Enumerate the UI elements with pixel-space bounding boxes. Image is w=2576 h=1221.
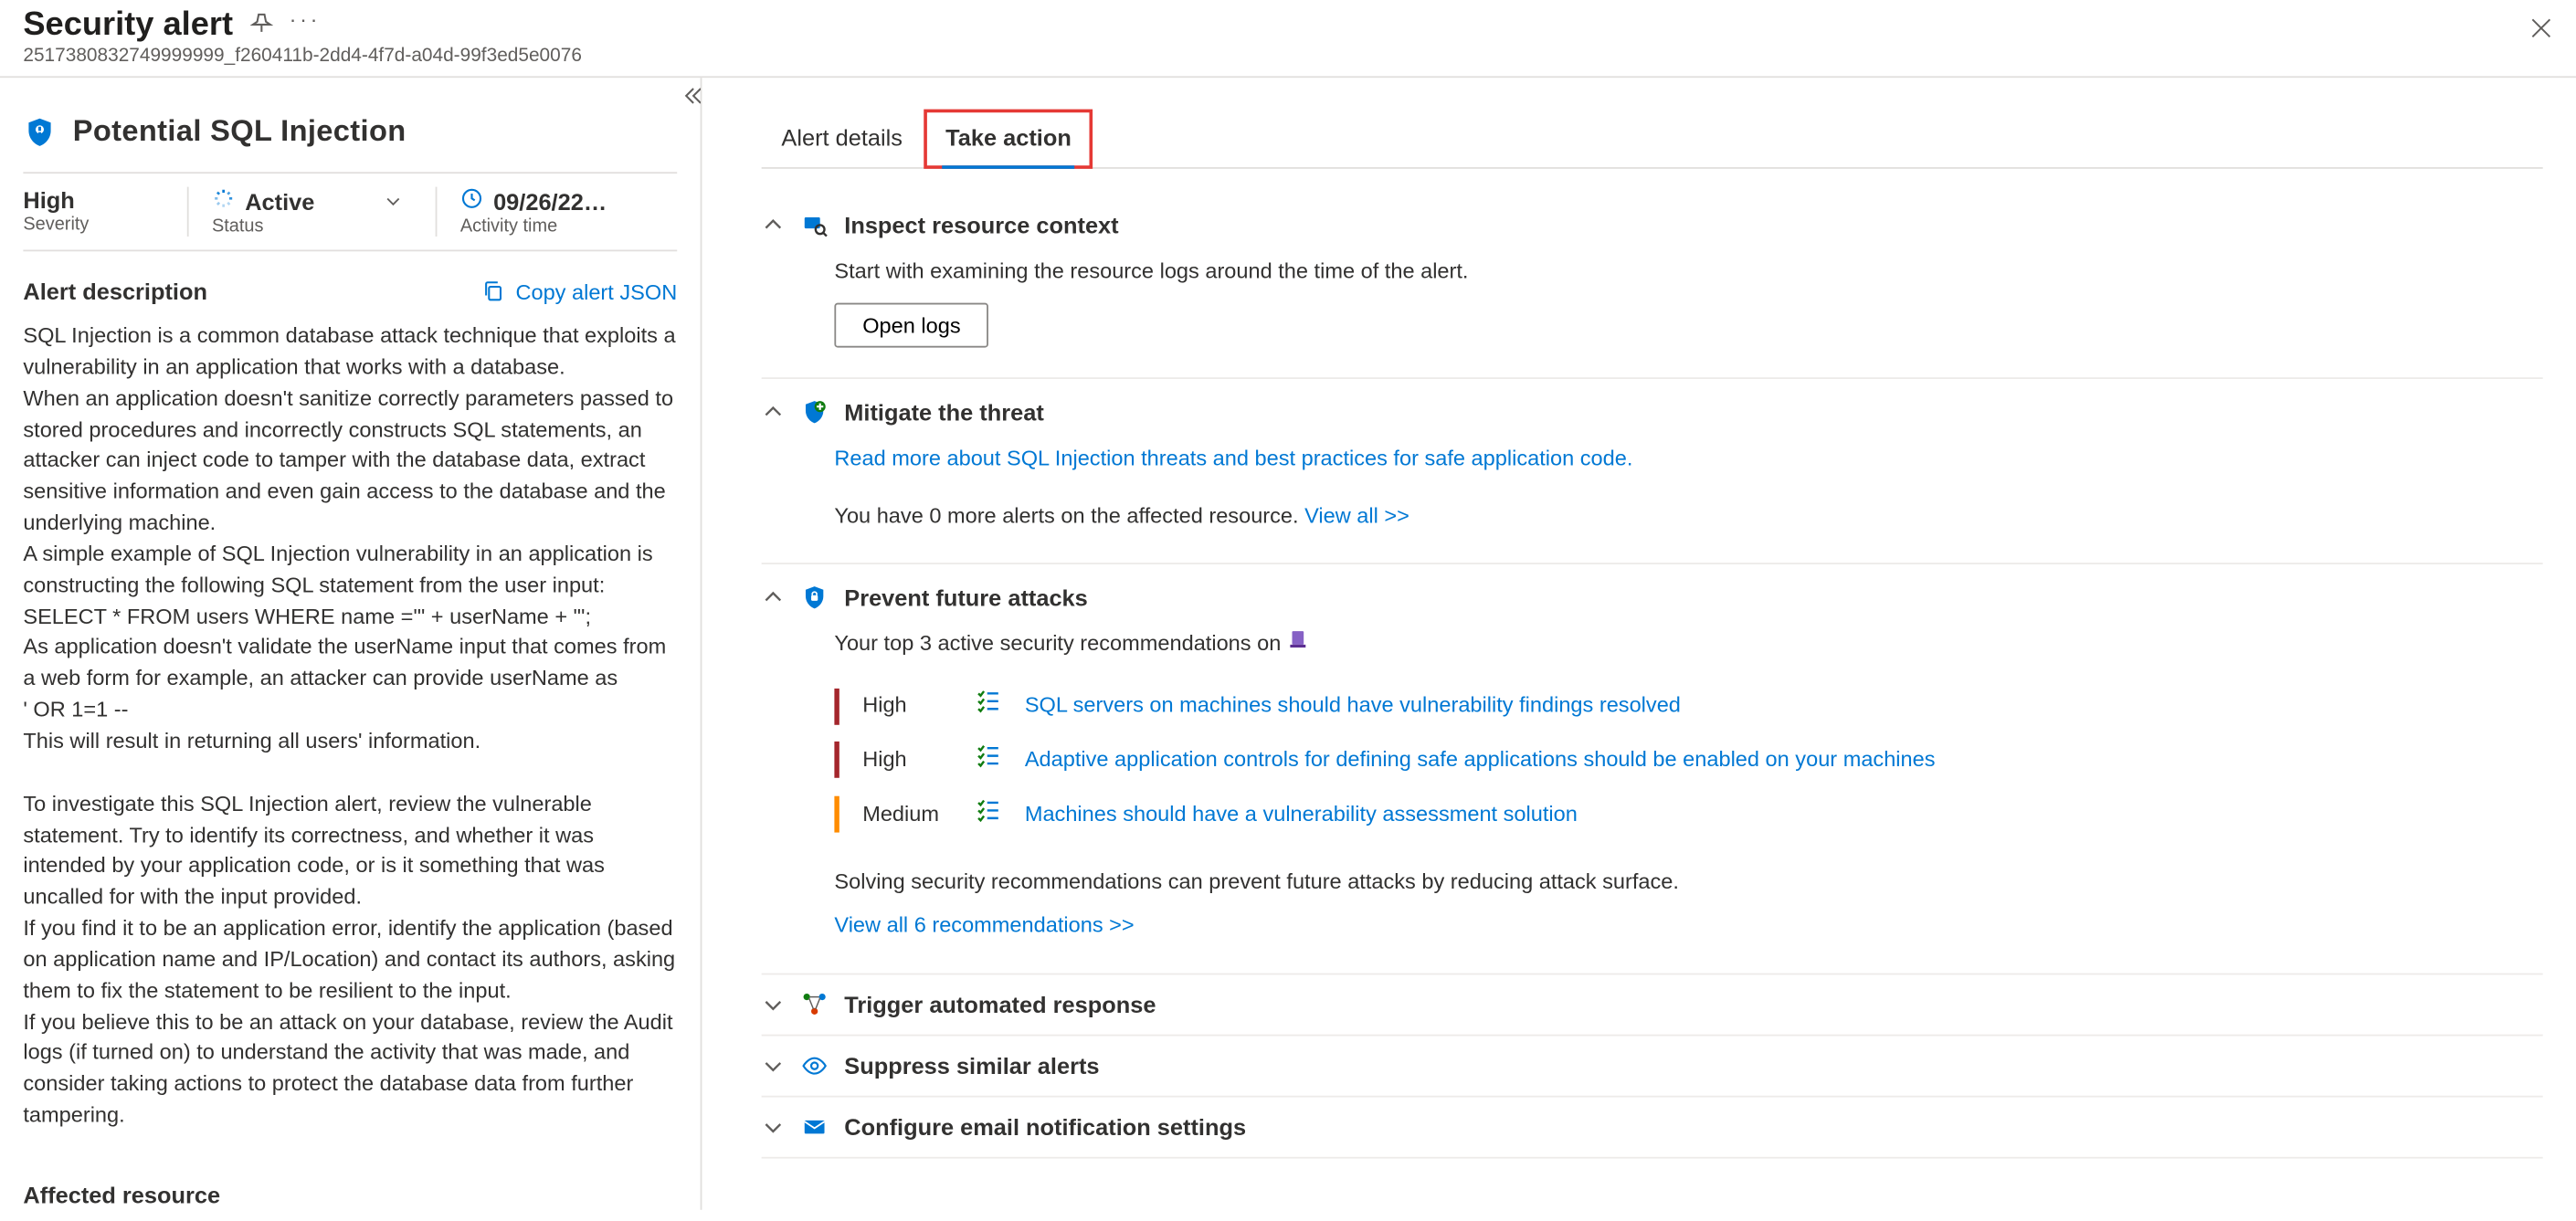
prevent-intro-text: Your top 3 active security recommendatio… bbox=[834, 631, 1286, 656]
spinner-icon bbox=[212, 187, 235, 216]
section-prevent-header[interactable]: Prevent future attacks bbox=[762, 578, 2543, 617]
affected-resource-heading: Affected resource bbox=[23, 1182, 677, 1208]
blade-header: Security alert ··· 2517380832749999999_f… bbox=[0, 0, 2576, 78]
severity-bar bbox=[834, 742, 839, 779]
magnifier-resource-icon bbox=[801, 212, 828, 238]
recommendation-row: Medium Machines should have a vulnerabili… bbox=[834, 787, 2542, 841]
alert-name: Potential SQL Injection bbox=[73, 114, 406, 149]
recommendation-row: High Adaptive application controls for de… bbox=[834, 733, 2542, 787]
severity-bar bbox=[834, 688, 839, 724]
chevron-up-icon bbox=[762, 400, 785, 423]
checklist-icon bbox=[975, 742, 1001, 779]
stat-status[interactable]: Active Status bbox=[189, 187, 438, 237]
close-icon[interactable] bbox=[2529, 16, 2552, 45]
activity-time-value: 09/26/22… bbox=[493, 188, 607, 215]
chevron-down-icon bbox=[762, 1055, 785, 1078]
description-heading: Alert description bbox=[23, 278, 207, 304]
stat-severity: High Severity bbox=[23, 187, 188, 237]
alert-id: 2517380832749999999_f260411b-2dd4-4f7d-a… bbox=[23, 47, 2552, 67]
chevron-up-icon bbox=[762, 586, 785, 609]
tab-alert-details[interactable]: Alert details bbox=[762, 111, 923, 167]
section-suppress-title: Suppress similar alerts bbox=[844, 1053, 1099, 1079]
tabs: Alert details Take action bbox=[762, 111, 2543, 168]
section-mitigate-title: Mitigate the threat bbox=[844, 398, 1044, 425]
chevron-down-icon bbox=[762, 1116, 785, 1139]
section-inspect-resource: Inspect resource context Start with exam… bbox=[762, 192, 2543, 378]
section-prevent-attacks: Prevent future attacks Your top 3 active… bbox=[762, 565, 2543, 975]
checklist-icon bbox=[975, 795, 1001, 833]
checklist-icon bbox=[975, 687, 1001, 724]
section-trigger-response: Trigger automated response bbox=[762, 975, 2543, 1037]
more-icon[interactable]: ··· bbox=[290, 6, 321, 31]
mitigate-readmore-link[interactable]: Read more about SQL Injection threats an… bbox=[834, 445, 1632, 469]
severity-value: High bbox=[23, 187, 164, 214]
resource-icon bbox=[1287, 631, 1310, 656]
chevron-down-icon[interactable] bbox=[384, 188, 402, 215]
shield-lock-icon bbox=[801, 584, 828, 611]
section-inspect-header[interactable]: Inspect resource context bbox=[762, 205, 2543, 245]
severity-label: Severity bbox=[23, 216, 164, 236]
copy-alert-json-button[interactable]: Copy alert JSON bbox=[482, 279, 677, 303]
page-title: Security alert bbox=[23, 6, 233, 45]
section-mitigate-header[interactable]: Mitigate the threat bbox=[762, 392, 2543, 431]
open-logs-button[interactable]: Open logs bbox=[834, 302, 988, 347]
section-email-title: Configure email notification settings bbox=[844, 1114, 1246, 1141]
recommendation-row: High SQL servers on machines should have … bbox=[834, 679, 2542, 732]
left-panel: Potential SQL Injection High Severity Ac… bbox=[0, 78, 702, 1210]
alert-description-text: SQL Injection is a common database attac… bbox=[23, 321, 677, 1132]
pin-icon[interactable] bbox=[249, 12, 272, 40]
mail-icon bbox=[801, 1114, 828, 1141]
stat-activity-time: 09/26/22… Activity time bbox=[437, 187, 677, 237]
stats-row: High Severity Active Status 09/26/22… bbox=[23, 172, 677, 251]
section-suppress-header[interactable]: Suppress similar alerts bbox=[762, 1049, 2543, 1082]
severity-bar bbox=[834, 796, 839, 833]
prevent-viewall-link[interactable]: View all 6 recommendations >> bbox=[834, 912, 1134, 937]
shield-plus-icon bbox=[801, 398, 828, 425]
copy-icon bbox=[482, 279, 505, 302]
activity-time-label: Activity time bbox=[460, 216, 654, 237]
right-panel: Alert details Take action Inspect resour… bbox=[702, 78, 2576, 1210]
workflow-icon bbox=[801, 992, 828, 1018]
section-trigger-header[interactable]: Trigger automated response bbox=[762, 988, 2543, 1021]
severity-label: High bbox=[862, 743, 952, 778]
severity-label: High bbox=[862, 689, 952, 723]
status-label: Status bbox=[212, 216, 412, 237]
section-email-notifications: Configure email notification settings bbox=[762, 1098, 2543, 1159]
mitigate-viewall-link[interactable]: View all >> bbox=[1304, 502, 1409, 527]
inspect-text: Start with examining the resource logs a… bbox=[834, 255, 2542, 289]
section-inspect-title: Inspect resource context bbox=[844, 212, 1118, 238]
section-suppress-alerts: Suppress similar alerts bbox=[762, 1037, 2543, 1098]
recommendations-list: High SQL servers on machines should have … bbox=[834, 679, 2542, 841]
severity-label: Medium bbox=[862, 797, 952, 832]
section-mitigate-threat: Mitigate the threat Read more about SQL … bbox=[762, 379, 2543, 565]
shield-icon bbox=[23, 115, 56, 148]
clock-icon bbox=[460, 187, 483, 216]
section-prevent-title: Prevent future attacks bbox=[844, 584, 1088, 611]
status-value: Active bbox=[245, 188, 314, 215]
mitigate-more-alerts-text: You have 0 more alerts on the affected r… bbox=[834, 502, 1304, 527]
recommendation-link[interactable]: SQL servers on machines should have vuln… bbox=[1025, 689, 1681, 723]
section-email-header[interactable]: Configure email notification settings bbox=[762, 1110, 2543, 1143]
recommendation-link[interactable]: Machines should have a vulnerability ass… bbox=[1025, 797, 1578, 832]
chevron-up-icon bbox=[762, 214, 785, 237]
tab-take-action[interactable]: Take action bbox=[925, 111, 1091, 167]
recommendation-link[interactable]: Adaptive application controls for defini… bbox=[1025, 743, 1936, 778]
section-trigger-title: Trigger automated response bbox=[844, 992, 1156, 1018]
prevent-footer-text: Solving security recommendations can pre… bbox=[834, 865, 2542, 900]
eye-off-icon bbox=[801, 1053, 828, 1079]
chevron-down-icon bbox=[762, 994, 785, 1016]
collapse-panel-icon[interactable] bbox=[681, 84, 702, 112]
copy-alert-json-label: Copy alert JSON bbox=[515, 279, 677, 303]
